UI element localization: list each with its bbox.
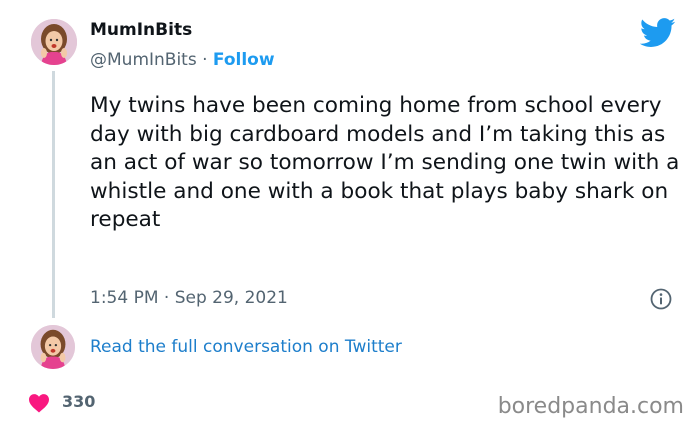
heart-icon[interactable] — [28, 393, 50, 413]
avatar[interactable] — [31, 19, 77, 65]
tweet-date: Sep 29, 2021 — [174, 288, 288, 308]
timestamp[interactable]: 1:54 PM · Sep 29, 2021 — [90, 288, 288, 308]
tweet-text: My twins have been coming home from scho… — [90, 93, 680, 232]
info-icon[interactable] — [650, 288, 672, 310]
follow-button[interactable]: Follow — [213, 50, 275, 70]
display-name[interactable]: MumInBits — [90, 20, 192, 40]
read-conversation-link[interactable]: Read the full conversation on Twitter — [90, 337, 402, 357]
handle-row: @MumInBits · Follow — [90, 50, 275, 70]
like-count: 330 — [62, 392, 96, 411]
separator: · — [202, 50, 208, 70]
handle[interactable]: @MumInBits — [90, 50, 197, 70]
watermark: boredpanda.com — [497, 394, 684, 419]
thread-line — [52, 71, 55, 318]
separator: · — [163, 288, 170, 308]
twitter-bird-icon[interactable] — [640, 18, 676, 48]
tweet-time: 1:54 PM — [90, 288, 159, 308]
avatar-small[interactable] — [31, 325, 75, 369]
